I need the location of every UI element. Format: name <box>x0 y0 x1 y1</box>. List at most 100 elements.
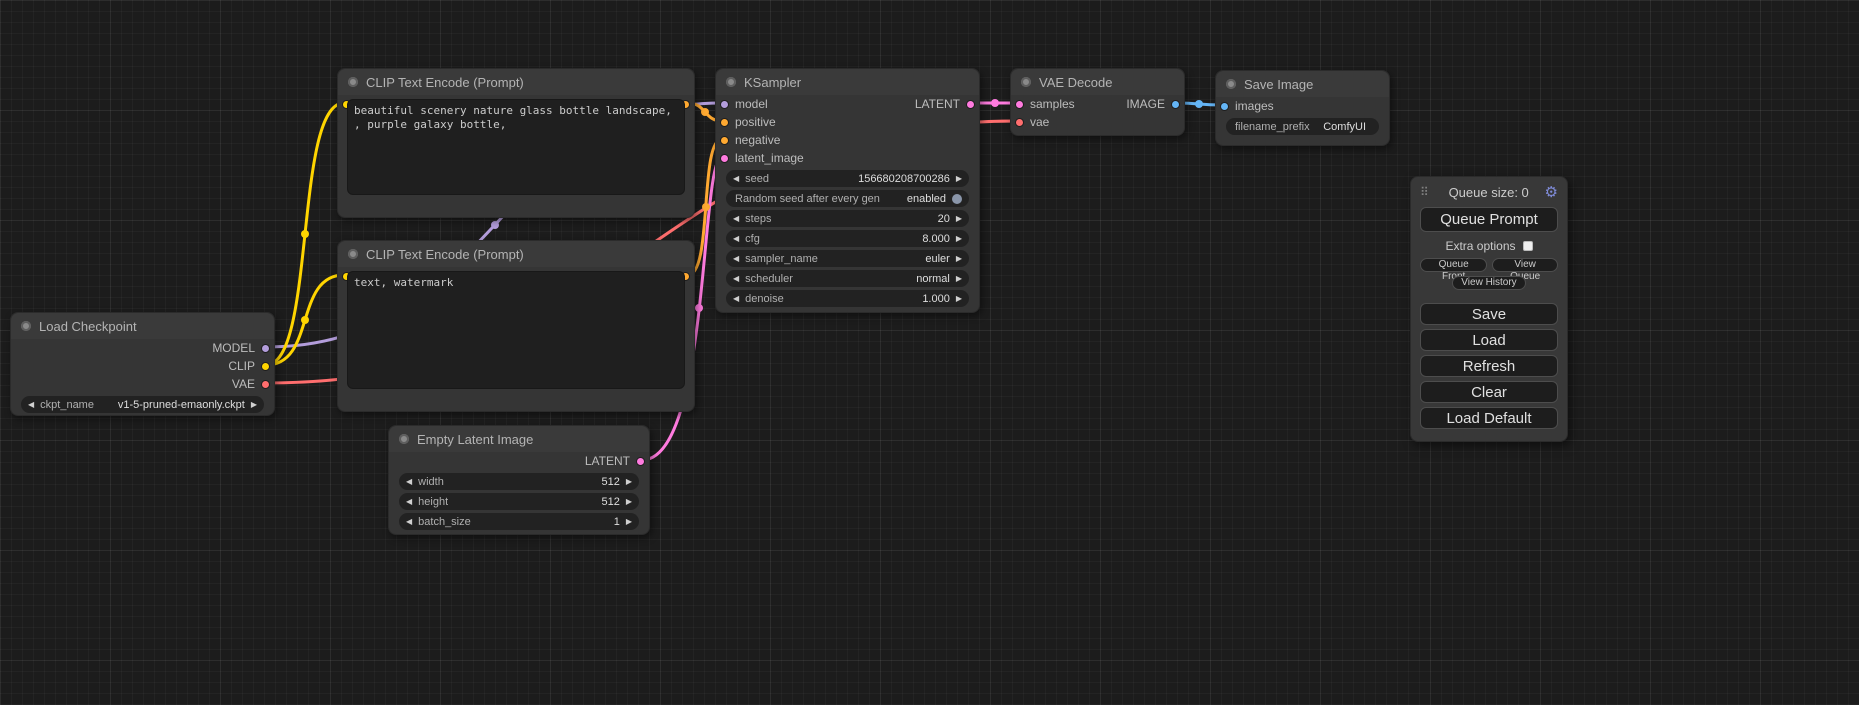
increment-arrow-icon[interactable]: ▶ <box>626 493 632 510</box>
slot-dot-vae[interactable] <box>1015 118 1024 127</box>
increment-arrow-icon[interactable]: ▶ <box>626 473 632 490</box>
node-save-image[interactable]: Save Image images filename_prefix ComfyU… <box>1215 70 1390 146</box>
prompt-textarea[interactable]: beautiful scenery nature glass bottle la… <box>347 99 685 195</box>
node-title-bar[interactable]: CLIP Text Encode (Prompt) <box>338 69 694 95</box>
output-slot-latent[interactable]: LATENT <box>585 452 645 470</box>
collapse-dot[interactable] <box>1226 79 1236 89</box>
widget-batch-size[interactable]: ◀ batch_size 1 ▶ <box>399 513 639 530</box>
increment-arrow-icon[interactable]: ▶ <box>251 396 257 413</box>
slot-dot-image[interactable] <box>1171 100 1180 109</box>
decrement-arrow-icon[interactable]: ◀ <box>406 473 412 490</box>
slot-dot-latent[interactable] <box>966 100 975 109</box>
increment-arrow-icon[interactable]: ▶ <box>956 210 962 227</box>
refresh-button[interactable]: Refresh <box>1420 355 1558 377</box>
extra-options-checkbox[interactable] <box>1523 241 1533 251</box>
slot-dot-images[interactable] <box>1220 102 1229 111</box>
widget-ckpt-name[interactable]: ◀ ckpt_name v1-5-pruned-emaonly.ckpt ▶ <box>21 396 264 413</box>
increment-arrow-icon[interactable]: ▶ <box>956 290 962 307</box>
decrement-arrow-icon[interactable]: ◀ <box>733 290 739 307</box>
widget-denoise[interactable]: ◀ denoise 1.000 ▶ <box>726 290 969 307</box>
decrement-arrow-icon[interactable]: ◀ <box>733 270 739 287</box>
input-slot-images[interactable]: images <box>1220 97 1274 115</box>
input-slot-vae[interactable]: vae <box>1015 113 1049 131</box>
input-slot-latent-image[interactable]: latent_image <box>720 149 804 167</box>
collapse-dot[interactable] <box>348 77 358 87</box>
settings-gear-icon[interactable]: ⚙ <box>1545 183 1558 201</box>
slot-dot-vae[interactable] <box>261 380 270 389</box>
collapse-dot[interactable] <box>726 77 736 87</box>
output-slot-vae[interactable]: VAE <box>232 375 270 393</box>
increment-arrow-icon[interactable]: ▶ <box>956 250 962 267</box>
slot-dot-samples[interactable] <box>1015 100 1024 109</box>
widget-height[interactable]: ◀ height 512 ▶ <box>399 493 639 510</box>
widget-random-seed-toggle[interactable]: Random seed after every gen enabled <box>726 190 969 207</box>
decrement-arrow-icon[interactable]: ◀ <box>733 210 739 227</box>
widget-cfg[interactable]: ◀ cfg 8.000 ▶ <box>726 230 969 247</box>
collapse-dot[interactable] <box>399 434 409 444</box>
collapse-dot[interactable] <box>348 249 358 259</box>
queue-panel[interactable]: ⠿ Queue size: 0 ⚙ Queue Prompt Extra opt… <box>1410 176 1568 442</box>
drag-handle-icon[interactable]: ⠿ <box>1420 185 1429 199</box>
view-history-button[interactable]: View History <box>1452 276 1525 290</box>
node-ksampler[interactable]: KSampler model LATENT positive negative <box>715 68 980 313</box>
prompt-textarea[interactable]: text, watermark <box>347 271 685 389</box>
increment-arrow-icon[interactable]: ▶ <box>956 270 962 287</box>
decrement-arrow-icon[interactable]: ◀ <box>733 230 739 247</box>
increment-arrow-icon[interactable]: ▶ <box>956 230 962 247</box>
node-title-bar[interactable]: VAE Decode <box>1011 69 1184 95</box>
input-slot-negative[interactable]: negative <box>720 131 780 149</box>
node-title-bar[interactable]: CLIP Text Encode (Prompt) <box>338 241 694 267</box>
collapse-dot[interactable] <box>1021 77 1031 87</box>
slot-dot-model[interactable] <box>261 344 270 353</box>
node-empty-latent-image[interactable]: Empty Latent Image LATENT ◀ width 512 ▶ … <box>388 425 650 535</box>
input-slot-model[interactable]: model <box>720 95 768 113</box>
node-clip-text-encode-positive[interactable]: CLIP Text Encode (Prompt) clip CONDITION… <box>337 68 695 218</box>
node-clip-text-encode-negative[interactable]: CLIP Text Encode (Prompt) clip CONDITION… <box>337 240 695 412</box>
decrement-arrow-icon[interactable]: ◀ <box>733 170 739 187</box>
widget-width[interactable]: ◀ width 512 ▶ <box>399 473 639 490</box>
slot-dot-positive[interactable] <box>720 118 729 127</box>
slot-dot-negative[interactable] <box>720 136 729 145</box>
widget-scheduler[interactable]: ◀ scheduler normal ▶ <box>726 270 969 287</box>
load-button[interactable]: Load <box>1420 329 1558 351</box>
node-vae-decode[interactable]: VAE Decode samples IMAGE vae <box>1010 68 1185 136</box>
node-title-bar[interactable]: Empty Latent Image <box>389 426 649 452</box>
slot-label: LATENT <box>585 454 630 468</box>
widget-steps[interactable]: ◀ steps 20 ▶ <box>726 210 969 227</box>
input-slot-samples[interactable]: samples <box>1015 95 1075 113</box>
node-title-bar[interactable]: KSampler <box>716 69 979 95</box>
queue-prompt-button[interactable]: Queue Prompt <box>1420 207 1558 232</box>
clear-button[interactable]: Clear <box>1420 381 1558 403</box>
node-title-bar[interactable]: Save Image <box>1216 71 1389 97</box>
queue-front-button[interactable]: Queue Front <box>1420 258 1487 272</box>
extra-options-row: Extra options <box>1420 236 1558 256</box>
output-slot-latent[interactable]: LATENT <box>915 95 975 113</box>
decrement-arrow-icon[interactable]: ◀ <box>28 396 34 413</box>
slot-dot-latent[interactable] <box>636 457 645 466</box>
queue-size-label: Queue size: 0 <box>1433 185 1545 200</box>
slot-dot-clip[interactable] <box>261 362 270 371</box>
output-slot-image[interactable]: IMAGE <box>1126 95 1180 113</box>
collapse-dot[interactable] <box>21 321 31 331</box>
save-button[interactable]: Save <box>1420 303 1558 325</box>
increment-arrow-icon[interactable]: ▶ <box>626 513 632 530</box>
view-queue-button[interactable]: View Queue <box>1492 258 1558 272</box>
widget-seed[interactable]: ◀ seed 156680208700286 ▶ <box>726 170 969 187</box>
widget-sampler-name[interactable]: ◀ sampler_name euler ▶ <box>726 250 969 267</box>
output-slot-clip[interactable]: CLIP <box>228 357 270 375</box>
load-default-button[interactable]: Load Default <box>1420 407 1558 429</box>
decrement-arrow-icon[interactable]: ◀ <box>733 250 739 267</box>
decrement-arrow-icon[interactable]: ◀ <box>406 513 412 530</box>
decrement-arrow-icon[interactable]: ◀ <box>406 493 412 510</box>
slot-label: VAE <box>232 377 255 391</box>
increment-arrow-icon[interactable]: ▶ <box>956 170 962 187</box>
node-load-checkpoint[interactable]: Load Checkpoint MODEL CLIP VAE ◀ ckpt_na… <box>10 312 275 416</box>
output-slot-model[interactable]: MODEL <box>212 339 270 357</box>
slot-dot-latent-image[interactable] <box>720 154 729 163</box>
node-title-bar[interactable]: Load Checkpoint <box>11 313 274 339</box>
widget-filename-prefix[interactable]: filename_prefix ComfyUI <box>1226 118 1379 135</box>
comfyui-canvas[interactable]: { "colors": { "model": "#B39DDB", "clip"… <box>0 0 1859 705</box>
slot-dot-model[interactable] <box>720 100 729 109</box>
toggle-dot[interactable] <box>952 194 962 204</box>
input-slot-positive[interactable]: positive <box>720 113 776 131</box>
